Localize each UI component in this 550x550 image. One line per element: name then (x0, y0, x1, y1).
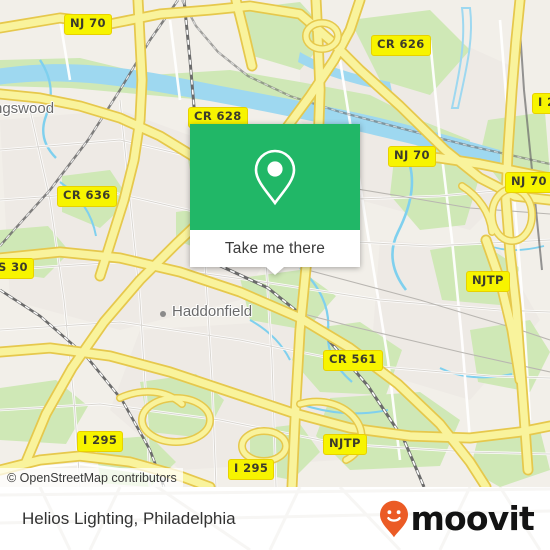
shield-nj-70-top-left[interactable]: NJ 70 (64, 14, 112, 35)
shield-nj-70-mid[interactable]: NJ 70 (388, 146, 436, 167)
take-me-there-label: Take me there (224, 239, 326, 257)
shield-cr-636[interactable]: CR 636 (57, 186, 117, 207)
map-screenshot-root: Haddonfield ngswood NJ 70 CR 626 CR 628 … (0, 0, 550, 550)
place-label-collingswood: ngswood (0, 100, 55, 117)
shield-i-295-right-top[interactable]: I 2 (532, 93, 550, 114)
moovit-wordmark: moovit (410, 499, 534, 538)
shield-nj-70-right[interactable]: NJ 70 (505, 172, 550, 193)
attribution-text: © OpenStreetMap contributors (7, 470, 177, 485)
place-label-haddonfield: Haddonfield (172, 303, 253, 320)
shield-njtp-bottom[interactable]: NJTP (323, 434, 367, 455)
popup-pointer (266, 267, 284, 275)
shield-i-295-left[interactable]: I 295 (77, 431, 124, 452)
moovit-smiley-pin-icon (380, 500, 409, 537)
osm-attribution[interactable]: © OpenStreetMap contributors (0, 468, 183, 487)
destination-popup[interactable]: Take me there (190, 124, 360, 275)
haddonfield-dot (160, 311, 166, 317)
shield-cr-626[interactable]: CR 626 (371, 35, 431, 56)
shield-njtp-right[interactable]: NJTP (466, 271, 510, 292)
poi-title: Helios Lighting, Philadelphia (22, 508, 236, 528)
bottom-info-bar: Helios Lighting, Philadelphia moovit (0, 487, 550, 550)
moovit-brand[interactable]: moovit (379, 499, 535, 538)
popup-action-bar[interactable]: Take me there (190, 230, 360, 275)
map-canvas[interactable]: Haddonfield ngswood NJ 70 CR 626 CR 628 … (0, 0, 550, 487)
popup-image-panel (190, 124, 360, 230)
shield-us-30[interactable]: S 30 (0, 258, 34, 279)
map-pin-icon (254, 149, 296, 206)
shield-cr-561[interactable]: CR 561 (323, 350, 383, 371)
shield-i-295-bottom[interactable]: I 295 (228, 459, 275, 480)
